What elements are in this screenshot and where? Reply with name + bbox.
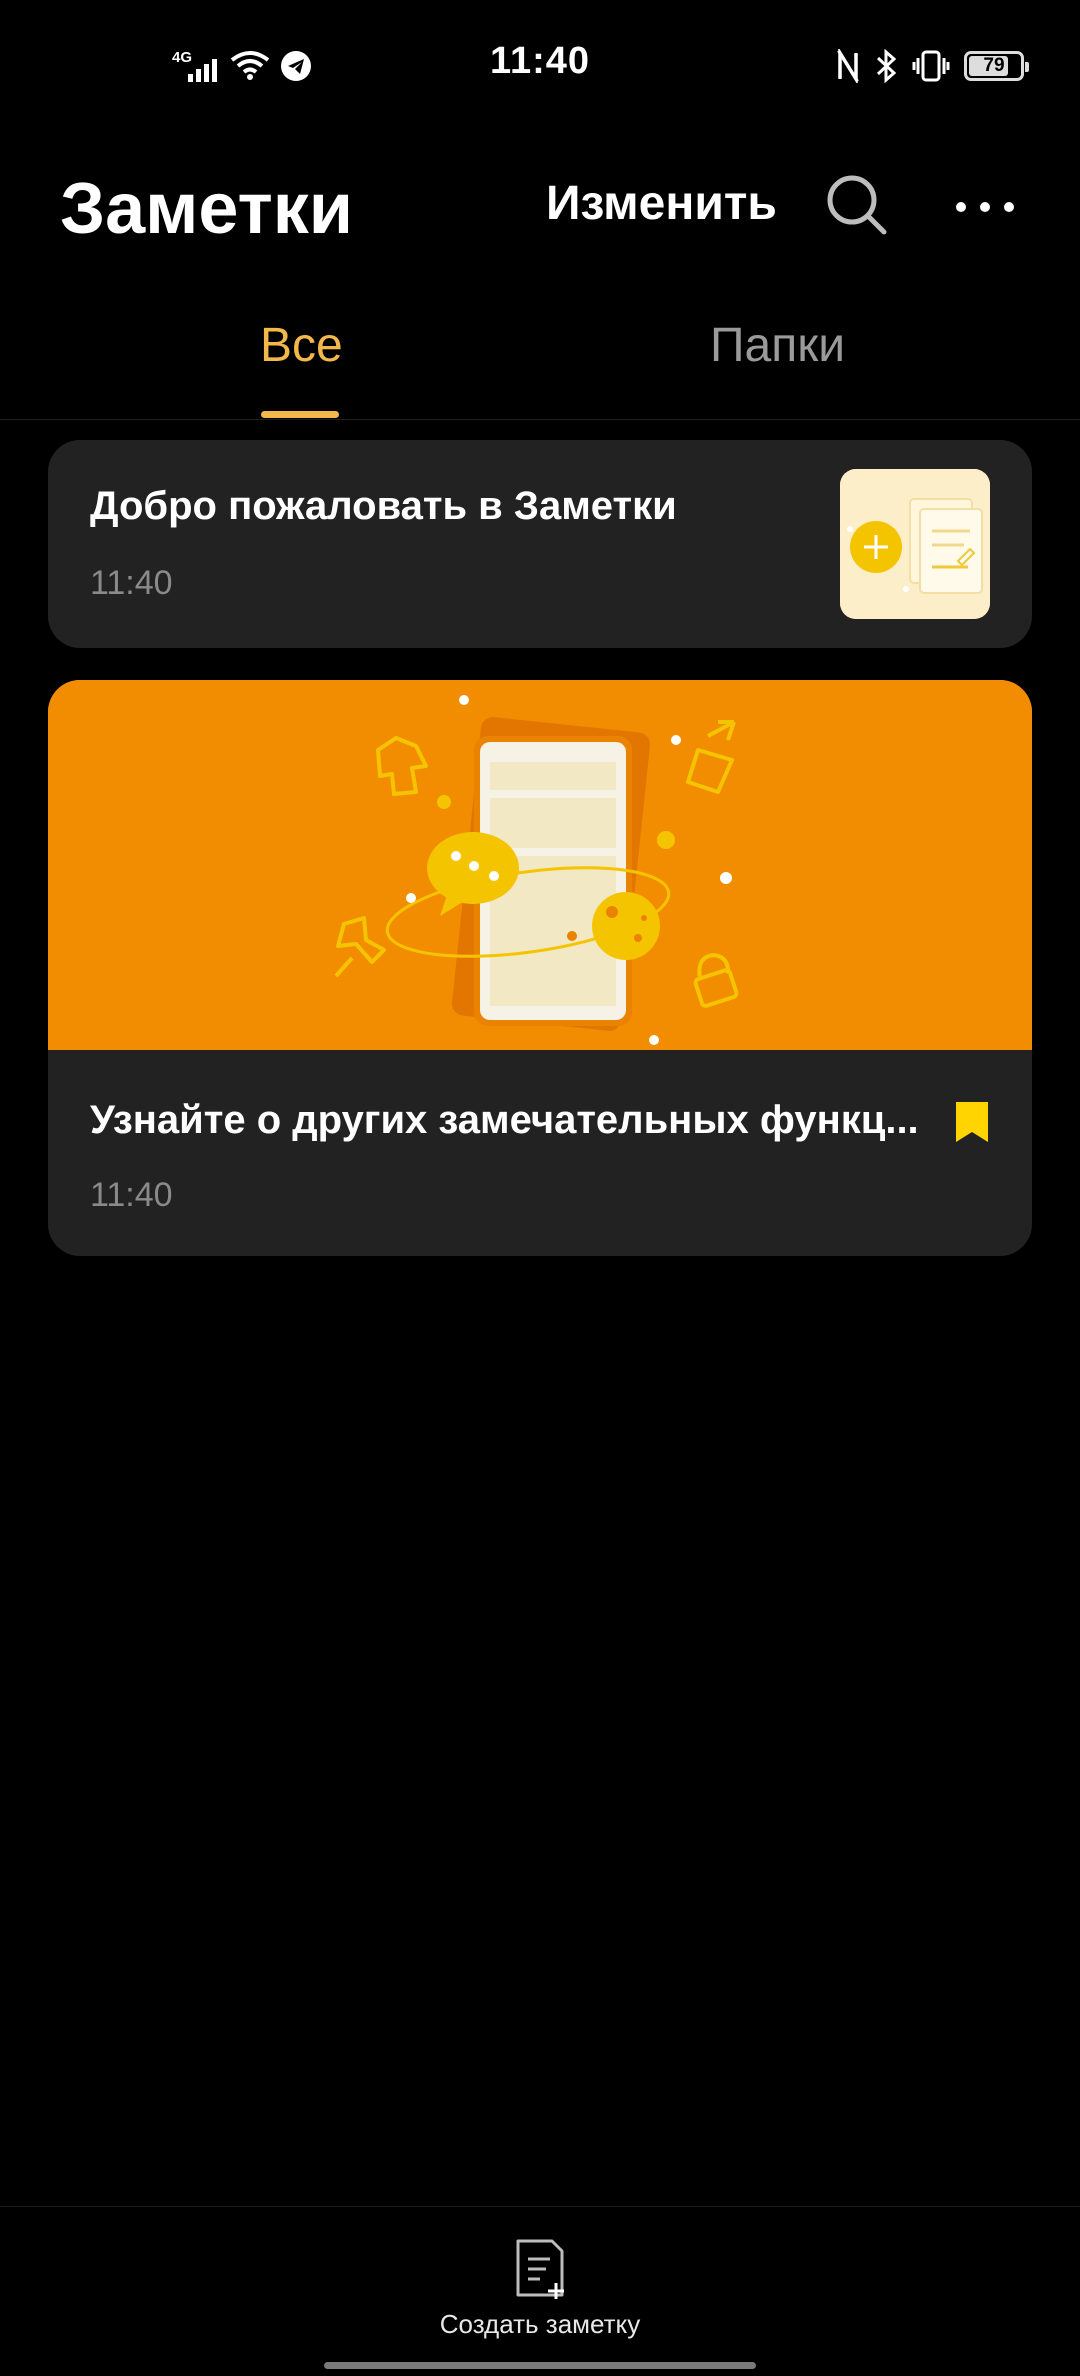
home-indicator[interactable] <box>324 2362 756 2369</box>
battery-percent: 79 <box>983 55 1005 76</box>
edit-button[interactable]: Изменить <box>546 176 777 231</box>
note-card-welcome[interactable]: Добро пожаловать в Заметки 11:40 <box>48 440 1032 648</box>
create-note-label: Создать заметку <box>439 2309 641 2339</box>
welcome-thumbnail <box>840 469 990 619</box>
vibrate-icon <box>912 50 950 82</box>
active-tab-indicator <box>261 411 339 418</box>
welcome-illustration <box>840 469 990 619</box>
bluetooth-icon <box>876 49 897 83</box>
features-illustration <box>48 680 1032 1050</box>
battery-icon: 79 <box>964 51 1029 81</box>
tab-all[interactable]: Все <box>260 318 343 373</box>
more-icon <box>956 202 1014 212</box>
status-bar: 4G 11:40 79 <box>0 0 1080 130</box>
nfc-icon <box>837 49 859 83</box>
create-note-button[interactable]: Создать заметку <box>420 2237 660 2357</box>
search-button[interactable] <box>822 170 892 240</box>
bookmark-icon <box>956 1102 988 1142</box>
page-title: Заметки <box>60 169 354 249</box>
note-card-features[interactable]: Узнайте о других замечательных функц... … <box>48 680 1032 1256</box>
note-time: 11:40 <box>90 564 173 602</box>
features-banner <box>48 680 1032 1050</box>
tab-folders[interactable]: Папки <box>710 318 845 373</box>
note-time: 11:40 <box>90 1176 173 1214</box>
search-icon <box>827 175 887 235</box>
note-title: Узнайте о других замечательных функц... <box>90 1098 919 1142</box>
new-note-icon <box>516 2239 564 2299</box>
more-button[interactable] <box>950 178 1020 238</box>
status-bar-right: 79 <box>836 44 1029 88</box>
note-title: Добро пожаловать в Заметки <box>90 484 677 528</box>
tab-bar: Все Папки <box>0 300 1080 420</box>
bottom-bar: Создать заметку <box>0 2206 1080 2376</box>
